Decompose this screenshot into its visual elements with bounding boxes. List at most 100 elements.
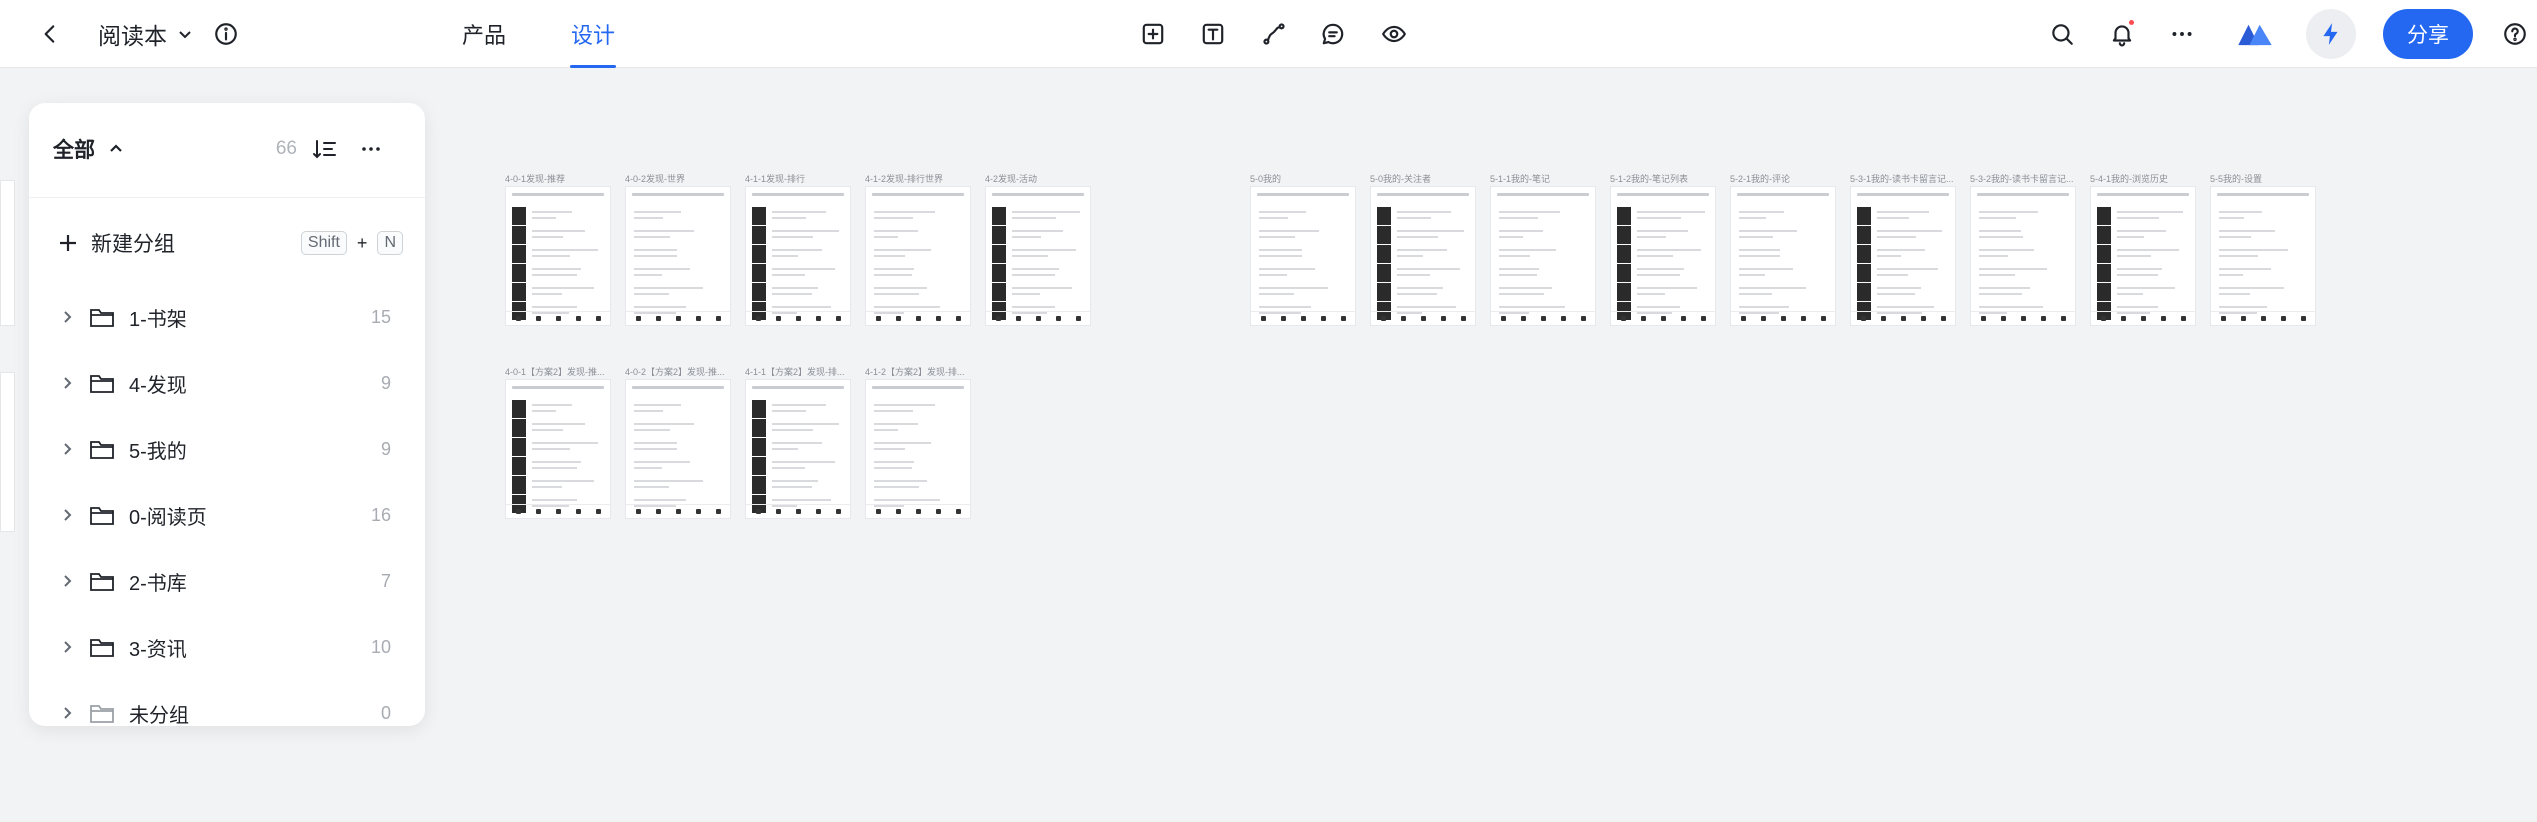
frame-label[interactable]: 5-5我的-设置: [2210, 172, 2262, 185]
frame-label[interactable]: 4-0-2发现-世界: [625, 172, 685, 185]
frame-label[interactable]: 4-1-2发现-排行世界: [865, 172, 943, 185]
chevron-right-icon[interactable]: [59, 507, 75, 523]
frame-label[interactable]: 4-0-2【方案2】发现-推...: [625, 365, 725, 378]
frame-label[interactable]: 5-3-1我的-读书卡留言记...: [1850, 172, 1954, 185]
new-group-button[interactable]: 新建分组 Shift + N: [57, 223, 403, 263]
share-button[interactable]: 分享: [2383, 9, 2473, 59]
frame-thumbnail[interactable]: [1250, 186, 1356, 326]
design-frame[interactable]: 4-1-2【方案2】发现-排...: [865, 365, 971, 519]
sort-icon[interactable]: [311, 135, 339, 163]
notification-button[interactable]: [2102, 14, 2142, 54]
frame-label[interactable]: 5-0我的-关注者: [1370, 172, 1431, 185]
design-frame[interactable]: 5-3-1我的-读书卡留言记...: [1850, 172, 1956, 326]
more-button[interactable]: [2162, 14, 2202, 54]
add-frame-button[interactable]: [1133, 14, 1173, 54]
design-frame[interactable]: 4-1-1发现-排行: [745, 172, 851, 326]
frame-label[interactable]: 4-1-2【方案2】发现-排...: [865, 365, 965, 378]
info-button[interactable]: [208, 16, 244, 52]
frame-thumbnail[interactable]: [985, 186, 1091, 326]
frame-label[interactable]: 5-1-1我的-笔记: [1490, 172, 1550, 185]
chevron-up-icon[interactable]: [107, 140, 125, 158]
frame-thumbnail[interactable]: [2210, 186, 2316, 326]
chevron-right-icon[interactable]: [59, 441, 75, 457]
frame-label[interactable]: 5-1-2我的-笔记列表: [1610, 172, 1688, 185]
thumb-tab-icon: [816, 316, 821, 321]
group-item[interactable]: 5-我的 9: [29, 416, 425, 482]
frame-label[interactable]: 4-2发现-活动: [985, 172, 1037, 185]
comment-tool-button[interactable]: [1313, 14, 1353, 54]
design-frame[interactable]: 5-5我的-设置: [2210, 172, 2316, 326]
app-logo[interactable]: [2232, 14, 2278, 54]
chevron-right-icon[interactable]: [59, 375, 75, 391]
offscreen-frame-fragment[interactable]: [0, 372, 15, 532]
back-button[interactable]: [30, 14, 70, 54]
group-item[interactable]: 未分组 0: [29, 680, 425, 746]
design-frame[interactable]: 5-2-1我的-评论: [1730, 172, 1836, 326]
path-tool-button[interactable]: [1254, 14, 1294, 54]
frame-thumbnail[interactable]: [865, 186, 971, 326]
frame-label[interactable]: 4-1-1发现-排行: [745, 172, 805, 185]
tab-product[interactable]: 产品: [460, 0, 508, 68]
project-title-dropdown[interactable]: 阅读本: [98, 14, 193, 54]
thumb-tab-icon: [1421, 316, 1426, 321]
design-frame[interactable]: 4-1-2发现-排行世界: [865, 172, 971, 326]
frame-thumbnail[interactable]: [1970, 186, 2076, 326]
group-item[interactable]: 4-发现 9: [29, 350, 425, 416]
frame-label[interactable]: 4-0-1发现-推荐: [505, 172, 565, 185]
design-frame[interactable]: 4-0-1发现-推荐: [505, 172, 611, 326]
thumb-header: [992, 193, 1084, 196]
chevron-right-icon[interactable]: [59, 705, 75, 721]
frame-label[interactable]: 5-3-2我的-读书卡留言记...: [1970, 172, 2074, 185]
frame-thumbnail[interactable]: [505, 379, 611, 519]
frame-label[interactable]: 5-2-1我的-评论: [1730, 172, 1790, 185]
frame-thumbnail[interactable]: [625, 379, 731, 519]
frame-thumbnail[interactable]: [1490, 186, 1596, 326]
chevron-right-icon[interactable]: [59, 639, 75, 655]
design-frame[interactable]: 4-2发现-活动: [985, 172, 1091, 326]
design-frame[interactable]: 5-0我的: [1250, 172, 1356, 326]
frame-thumbnail[interactable]: [1370, 186, 1476, 326]
design-frame[interactable]: 5-3-2我的-读书卡留言记...: [1970, 172, 2076, 326]
frame-label[interactable]: 4-0-1【方案2】发现-推...: [505, 365, 605, 378]
frame-thumbnail[interactable]: [2090, 186, 2196, 326]
group-item[interactable]: 0-阅读页 16: [29, 482, 425, 548]
text-tool-button[interactable]: [1193, 14, 1233, 54]
thumb-tab-icon: [1901, 316, 1906, 321]
divider: [29, 197, 425, 198]
design-frame[interactable]: 4-0-1【方案2】发现-推...: [505, 365, 611, 519]
design-frame[interactable]: 4-0-2发现-世界: [625, 172, 731, 326]
preview-button[interactable]: [1374, 14, 1414, 54]
design-frame[interactable]: 5-4-1我的-浏览历史: [2090, 172, 2196, 326]
ai-assistant-button[interactable]: [2306, 9, 2356, 59]
group-item[interactable]: 1-书架 15: [29, 284, 425, 350]
search-button[interactable]: [2042, 14, 2082, 54]
frame-thumbnail[interactable]: [1850, 186, 1956, 326]
frame-thumbnail[interactable]: [1610, 186, 1716, 326]
frame-label[interactable]: 5-0我的: [1250, 172, 1281, 185]
design-frame[interactable]: 4-0-2【方案2】发现-推...: [625, 365, 731, 519]
group-item[interactable]: 2-书库 7: [29, 548, 425, 614]
frame-thumbnail[interactable]: [865, 379, 971, 519]
thumb-text-line: [1259, 287, 1328, 289]
frame-thumbnail[interactable]: [1730, 186, 1836, 326]
chevron-right-icon[interactable]: [59, 309, 75, 325]
offscreen-frame-fragment[interactable]: [0, 180, 15, 326]
frame-label[interactable]: 4-1-1【方案2】发现-排...: [745, 365, 845, 378]
group-item[interactable]: 3-资讯 10: [29, 614, 425, 680]
frame-thumbnail[interactable]: [745, 379, 851, 519]
frame-label[interactable]: 5-4-1我的-浏览历史: [2090, 172, 2168, 185]
help-button[interactable]: [2500, 14, 2530, 54]
frame-thumbnail[interactable]: [745, 186, 851, 326]
more-icon[interactable]: [357, 135, 385, 163]
panel-title[interactable]: 全部: [53, 134, 95, 164]
tab-design[interactable]: 设计: [570, 0, 616, 68]
thumb-tab-icon: [1541, 316, 1546, 321]
design-frame[interactable]: 4-1-1【方案2】发现-排...: [745, 365, 851, 519]
thumb-tab-icon: [1076, 316, 1081, 321]
frame-thumbnail[interactable]: [625, 186, 731, 326]
chevron-right-icon[interactable]: [59, 573, 75, 589]
design-frame[interactable]: 5-1-2我的-笔记列表: [1610, 172, 1716, 326]
frame-thumbnail[interactable]: [505, 186, 611, 326]
design-frame[interactable]: 5-0我的-关注者: [1370, 172, 1476, 326]
design-frame[interactable]: 5-1-1我的-笔记: [1490, 172, 1596, 326]
